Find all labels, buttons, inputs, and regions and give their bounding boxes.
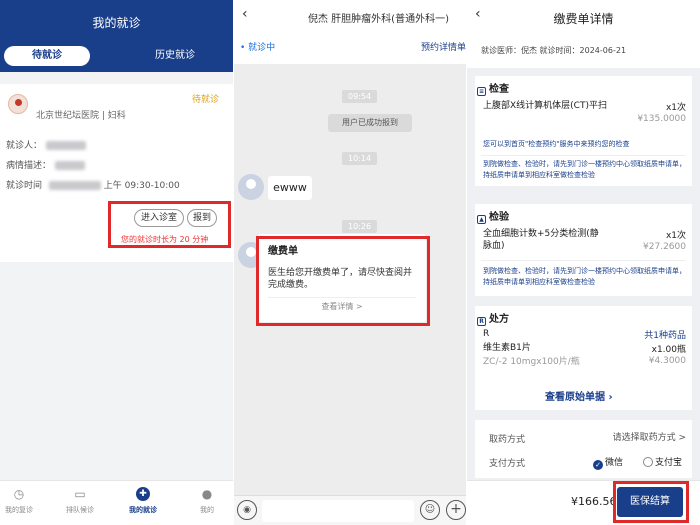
desc-row: 病情描述：: [6, 158, 86, 171]
tab-label: 我的复诊: [5, 506, 33, 514]
patient-label: 就诊人: [6, 141, 34, 151]
time-row: 就诊时间 上午 09:30-10:00: [6, 178, 180, 191]
desc-redacted: [55, 161, 86, 170]
appointment-detail-link[interactable]: 预约详情单: [421, 40, 466, 53]
lab-qty: x1次: [665, 231, 686, 241]
alipay-option[interactable]: 支付宝: [643, 455, 682, 468]
tab-history[interactable]: 历史就诊: [135, 46, 215, 66]
exam-note: 您可以到首页"检查预约"服务中来预约您的检查: [483, 140, 630, 148]
clock-icon: ◷: [13, 487, 25, 501]
patient-name-redacted: [46, 141, 87, 150]
hospital-dept: 北京世纪坛医院 | 妇科: [36, 111, 126, 121]
check-icon: ✓: [593, 460, 603, 470]
patient-row: 就诊人：: [6, 138, 87, 151]
lab-instruction: 到院做检查、检验时，请先到门诊一楼预约中心领取纸质申请单，持纸质申请单到相应科室…: [483, 267, 686, 286]
exam-instruction: 到院做检查、检验时，请先到门诊一楼预约中心领取纸质申请单，持纸质申请单到相应科室…: [483, 160, 686, 179]
plus-icon[interactable]: +: [446, 500, 466, 520]
wechat-label: 微信: [605, 458, 624, 468]
highlight-box: [613, 481, 689, 523]
timestamp: 09:54: [342, 90, 378, 103]
message-input[interactable]: [262, 500, 414, 522]
highlight-box: [108, 201, 231, 248]
section-heading: ▲ 检验: [477, 208, 509, 224]
timestamp: 10:14: [342, 152, 378, 165]
exam-qty: x1次: [665, 103, 686, 113]
pay-method-label: 支付方式: [489, 459, 526, 469]
view-original-link[interactable]: 查看原始单据 ›: [545, 388, 613, 403]
wechat-option[interactable]: ✓ 微信: [593, 455, 623, 470]
user-avatar: [238, 174, 264, 200]
divider: [481, 155, 686, 156]
tab-me[interactable]: ● 我的: [182, 487, 232, 515]
lab-price: ¥27.2600: [643, 242, 686, 252]
exam-item: 上腹部X线计算机体层(CT)平扫: [483, 101, 607, 111]
alipay-label: 支付宝: [655, 458, 683, 468]
lab-item: 全血细胞计数+5分类检测(静脉血): [483, 229, 599, 251]
date-redacted: [48, 181, 101, 190]
consult-status: • 就诊中: [240, 43, 276, 53]
desc-label: 病情描述: [6, 161, 43, 171]
rx-icon: R: [477, 317, 486, 326]
hospital-logo-icon: [8, 94, 28, 114]
visit-info: 就诊医师：倪杰 就诊时间：2024-06-21: [467, 38, 700, 68]
exam-price: ¥135.0000: [637, 114, 686, 124]
drug-count: 共1种药品: [644, 331, 686, 341]
heading-text: 检验: [489, 212, 509, 223]
divider: [481, 260, 686, 261]
chat-header: ‹ 倪杰 肝胆肿瘤外科(普通外科一) • 就诊中 预约详情单: [234, 0, 466, 64]
section-heading: R 处方: [477, 310, 509, 326]
chat-panel: ‹ 倪杰 肝胆肿瘤外科(普通外科一) • 就诊中 预约详情单 09:54 用户已…: [234, 0, 466, 525]
page-title: 我的就诊: [92, 16, 141, 30]
tab-pending[interactable]: 待就诊: [4, 46, 90, 66]
time-value: 上午 09:30-10:00: [103, 181, 180, 191]
voice-icon[interactable]: ◉: [237, 500, 257, 520]
radio-icon: [643, 457, 653, 467]
payment-options: 取药方式 请选择取药方式 > 支付方式 ✓ 微信 支付宝: [475, 420, 692, 478]
drug-qty: x1.00瓶: [651, 345, 686, 355]
person-icon: ●: [201, 487, 213, 501]
tab-label: 我的: [200, 506, 214, 514]
drug-price: ¥4.3000: [648, 356, 686, 366]
pickup-select[interactable]: 请选择取药方式 >: [613, 430, 686, 443]
highlight-box: [256, 236, 430, 326]
pickup-label: 取药方式: [489, 435, 526, 445]
total-amount: ¥166.56: [571, 495, 617, 508]
tab-my-revisit[interactable]: ◷ 我的复诊: [0, 487, 44, 515]
time-label: 就诊时间: [6, 181, 43, 191]
heading-text: 检查: [489, 84, 509, 95]
tab-queue[interactable]: ▭ 排队候诊: [55, 487, 105, 515]
document-icon: ≡: [477, 87, 486, 96]
heading-text: 处方: [489, 314, 509, 325]
doctor-title: 倪杰 肝胆肿瘤外科(普通外科一): [308, 14, 449, 25]
prescription-section: R 处方 R 共1种药品 维生素B1片 x1.00瓶 ZC/-2 10mgx100…: [475, 306, 692, 410]
visit-card: 待就诊 北京世纪坛医院 | 妇科 就诊人： 病情描述： 就诊时间 上午 09:3…: [0, 84, 233, 200]
bill-detail-panel: ‹ 缴费单详情 就诊医师：倪杰 就诊时间：2024-06-21 ≡ 检查 上腹部X…: [467, 0, 700, 525]
my-visits-panel: 我的就诊 待就诊 历史就诊 待就诊 北京世纪坛医院 | 妇科 就诊人： 病情描述…: [0, 0, 233, 525]
status-badge: 待就诊: [191, 95, 219, 105]
exam-section: ≡ 检查 上腹部X线计算机体层(CT)平扫 x1次 ¥135.0000 您可以到首…: [475, 76, 692, 186]
input-bar: ◉ ☺ +: [234, 495, 466, 525]
drug-name: 维生素B1片: [483, 343, 531, 353]
chat-message: ewww: [268, 176, 312, 200]
page-title: 缴费单详情: [553, 12, 614, 26]
emoji-icon[interactable]: ☺: [420, 500, 440, 520]
tab-label: 排队候诊: [66, 506, 94, 514]
tab-label: 我的就诊: [129, 506, 157, 514]
drug-spec: ZC/-2 10mgx100片/瓶: [483, 357, 580, 367]
timestamp: 10:26: [342, 220, 378, 233]
back-arrow-icon[interactable]: ‹: [242, 6, 248, 22]
system-message: 用户已成功报到: [328, 114, 412, 132]
plus-icon: ✚: [136, 487, 150, 501]
tab-my-visit[interactable]: ✚ 我的就诊: [118, 487, 168, 515]
monitor-icon: ▭: [74, 487, 86, 501]
flask-icon: ▲: [477, 215, 486, 224]
bill-header: ‹ 缴费单详情: [467, 0, 700, 38]
section-heading: ≡ 检查: [477, 80, 509, 96]
rx-symbol: R: [483, 329, 490, 339]
bottom-tab-bar: ◷ 我的复诊 ▭ 排队候诊 ✚ 我的就诊 ● 我的: [0, 480, 233, 525]
lab-section: ▲ 检验 全血细胞计数+5分类检测(静脉血) x1次 ¥27.2600 到院做检查…: [475, 204, 692, 296]
